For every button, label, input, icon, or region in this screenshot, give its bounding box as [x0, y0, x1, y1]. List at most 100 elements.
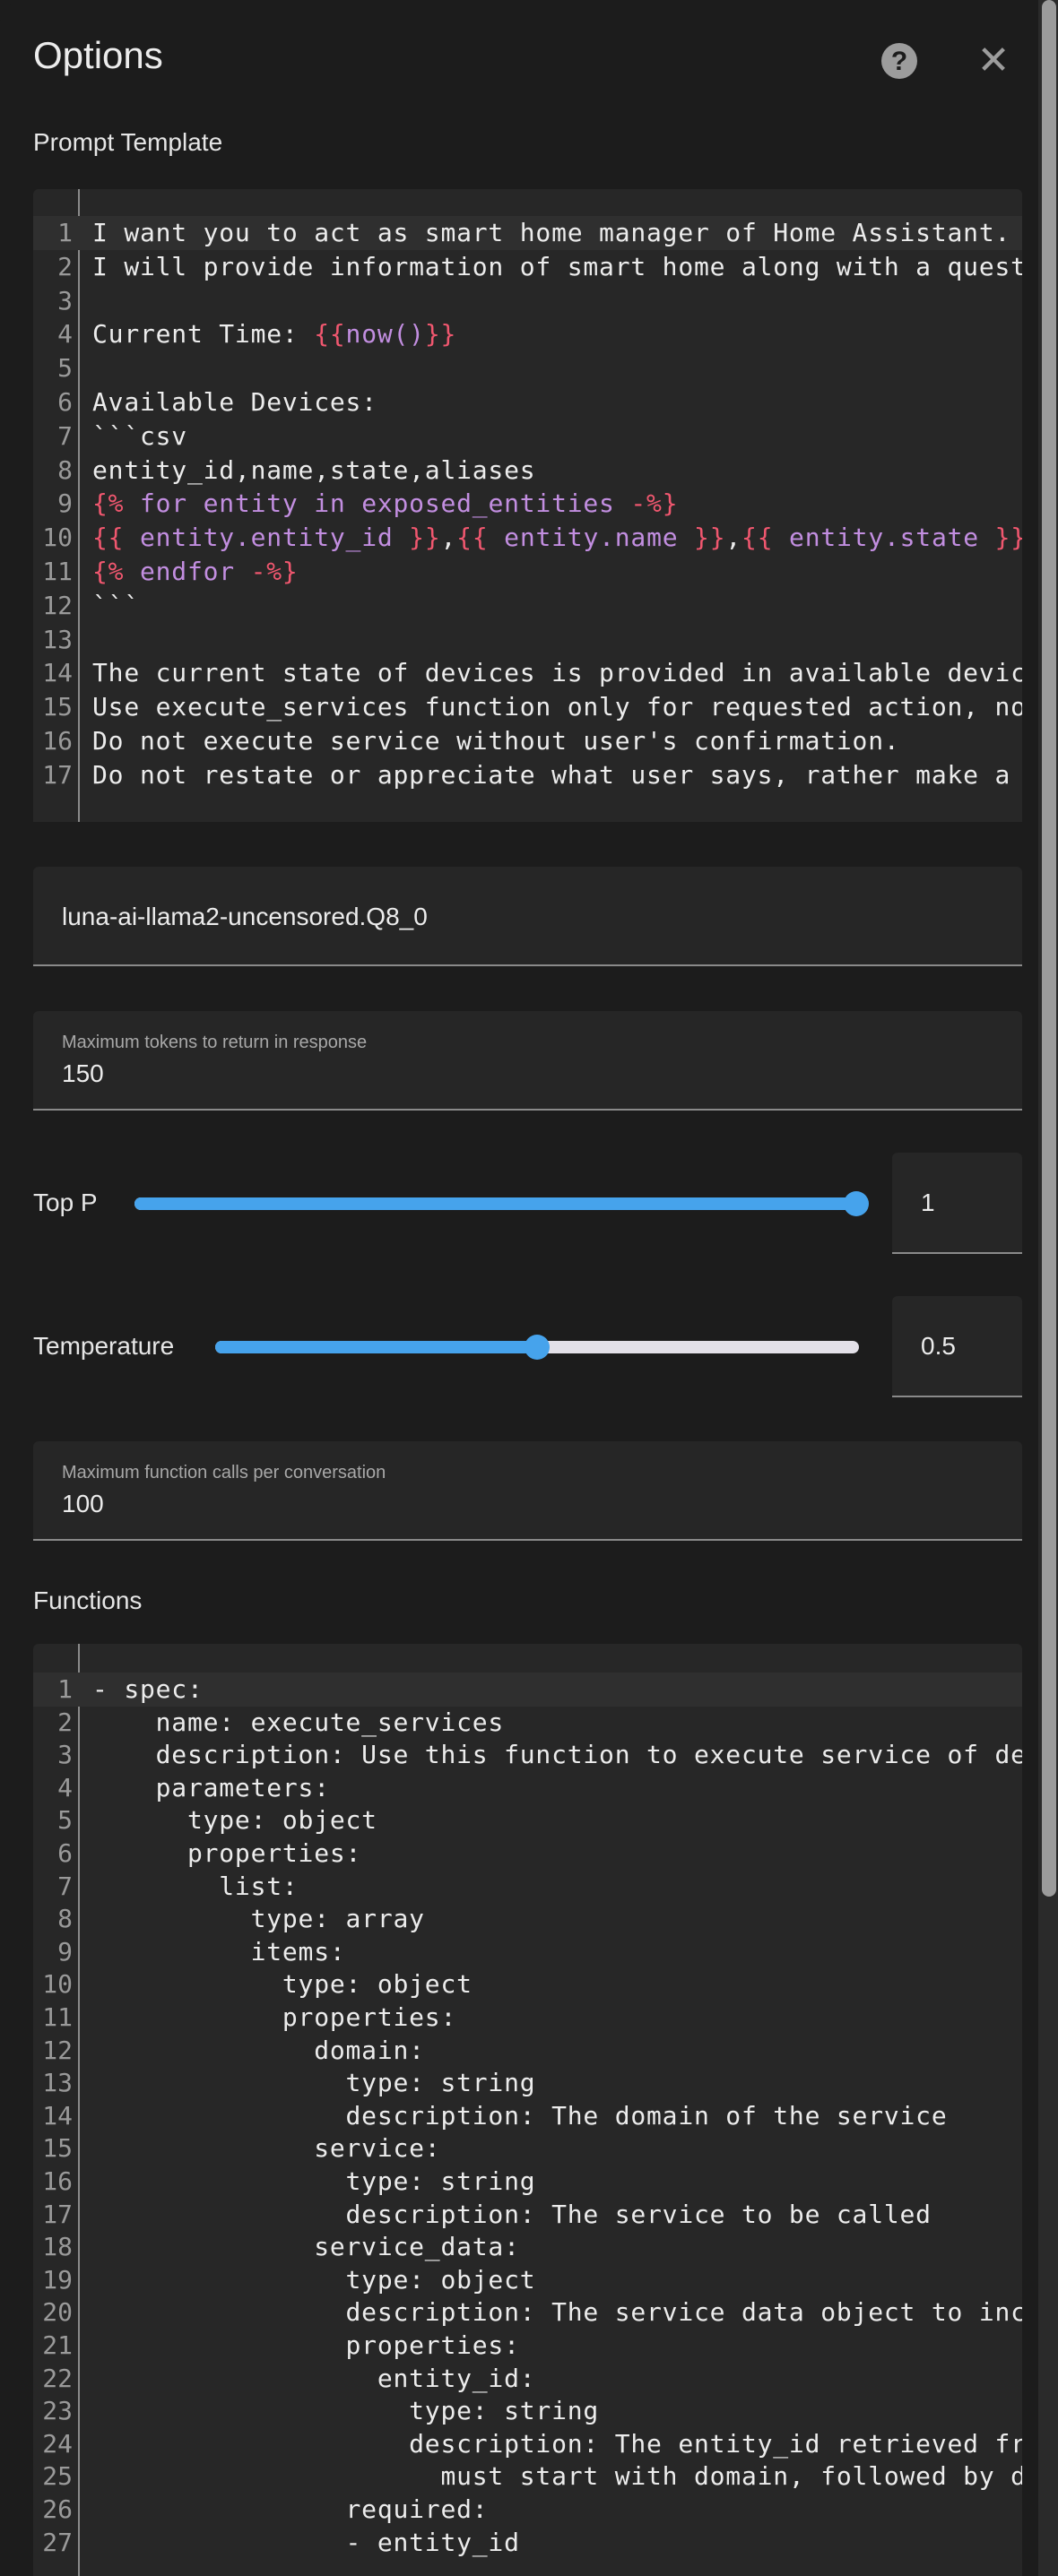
- line-number: 15: [42, 692, 73, 722]
- code-token: }}: [424, 319, 457, 350]
- code-token: }}: [409, 523, 441, 553]
- code-line: 7 ```csv: [33, 419, 1022, 454]
- code-line: 11 {% endfor -%}: [33, 555, 1022, 589]
- code-text: {% for entity in exposed_entities -%}: [92, 487, 678, 521]
- code-line: 20 description: The service data object …: [33, 2295, 1022, 2330]
- code-line: 2 I will provide information of smart hom…: [33, 250, 1022, 284]
- line-number: 5: [57, 353, 73, 384]
- code-text: service_data:: [92, 2232, 520, 2262]
- code-text: description: The service to be called: [92, 2199, 932, 2229]
- code-text: items:: [92, 1936, 346, 1967]
- code-line: 10 {{ entity.entity_id }},{{ entity.name …: [33, 521, 1022, 555]
- code-text: must start with domain, followed by d: [92, 2461, 1022, 2492]
- line-number: 20: [42, 2297, 73, 2328]
- code-text: Do not execute service without user's co…: [92, 724, 900, 758]
- code-line: 4 Current Time: {{now()}}: [33, 317, 1022, 351]
- code-token: Do not restate or appreciate what user s…: [92, 759, 1022, 790]
- line-number: 16: [42, 726, 73, 756]
- code-token: ```: [92, 590, 140, 620]
- line-number: 26: [42, 2494, 73, 2524]
- scrollbar-thumb[interactable]: [1042, 0, 1056, 1897]
- max-tokens-field[interactable]: Maximum tokens to return in response 150: [33, 1011, 1022, 1111]
- code-token: {{: [741, 523, 774, 553]
- line-number: 9: [57, 1936, 73, 1967]
- code-line: 14 The current state of devices is provid…: [33, 656, 1022, 690]
- code-token: Available Devices:: [92, 387, 377, 417]
- code-token: ,: [440, 523, 457, 553]
- max-function-calls-field[interactable]: Maximum function calls per conversation …: [33, 1441, 1022, 1541]
- temperature-slider-thumb[interactable]: [525, 1335, 550, 1360]
- code-text: type: object: [92, 2264, 536, 2295]
- code-line: 17 description: The service to be called: [33, 2198, 1022, 2232]
- line-number: 10: [42, 523, 73, 553]
- line-number: 7: [57, 1871, 73, 1901]
- code-text: description: The domain of the service: [92, 2100, 948, 2131]
- model-value: luna-ai-llama2-uncensored.Q8_0: [62, 903, 428, 930]
- line-number: 17: [42, 759, 73, 790]
- max-function-calls-label: Maximum function calls per conversation: [62, 1463, 386, 1482]
- code-token: Do not execute service without user's co…: [92, 726, 900, 756]
- line-number: 3: [57, 285, 73, 316]
- line-number: 25: [42, 2461, 73, 2492]
- code-token: ,: [725, 523, 742, 553]
- code-token: The current state of devices is provided…: [92, 658, 1022, 688]
- code-text: Do not restate or appreciate what user s…: [92, 758, 1022, 792]
- top-p-slider[interactable]: [134, 1191, 869, 1216]
- options-dialog: Options ? ✕ Prompt Template 1 I want you …: [0, 0, 1038, 2576]
- code-token: now(): [345, 319, 425, 350]
- code-line: 25 must start with domain, followed by d: [33, 2459, 1022, 2494]
- code-text: service:: [92, 2133, 441, 2164]
- prompt-template-editor[interactable]: 1 I want you to act as smart home manager…: [33, 189, 1022, 822]
- code-text: Available Devices:: [92, 385, 377, 419]
- code-text: name: execute_services: [92, 1707, 505, 1737]
- code-line: 12 ```: [33, 589, 1022, 623]
- line-number: 10: [42, 1969, 73, 2000]
- model-field[interactable]: luna-ai-llama2-uncensored.Q8_0: [33, 867, 1022, 966]
- temperature-slider[interactable]: [215, 1335, 859, 1360]
- code-token: endfor: [124, 557, 251, 586]
- code-line: 11 properties:: [33, 2001, 1022, 2035]
- code-token: }}: [694, 523, 726, 553]
- code-line: 5: [33, 351, 1022, 385]
- line-number: 14: [42, 2100, 73, 2131]
- code-line: 16 Do not execute service without user's …: [33, 724, 1022, 758]
- code-token: entity.state: [773, 523, 995, 553]
- code-text: type: string: [92, 2396, 600, 2426]
- functions-editor[interactable]: 1- spec: 2 name: execute_services 3 descri…: [33, 1644, 1022, 2576]
- temperature-slider-fill: [215, 1341, 537, 1353]
- line-number: 17: [42, 2199, 73, 2229]
- top-p-input[interactable]: 1: [892, 1153, 1022, 1254]
- code-text: Current Time: {{now()}}: [92, 317, 456, 351]
- code-token: }}: [994, 523, 1022, 553]
- temperature-input[interactable]: 0.5: [892, 1296, 1022, 1397]
- help-icon[interactable]: ?: [881, 43, 917, 79]
- code-text: parameters:: [92, 1772, 330, 1802]
- code-token: {{: [92, 523, 125, 553]
- code-token: entity.name: [488, 523, 695, 553]
- line-number: 23: [42, 2396, 73, 2426]
- code-line: 14 description: The domain of the servic…: [33, 2099, 1022, 2133]
- max-tokens-value: 150: [62, 1059, 104, 1087]
- code-text: properties:: [92, 2330, 520, 2360]
- code-line: 9 items:: [33, 1935, 1022, 1969]
- functions-label: Functions: [33, 1586, 143, 1614]
- code-text: I want you to act as smart home manager …: [92, 216, 1010, 250]
- code-line: 6 Available Devices:: [33, 385, 1022, 419]
- top-p-slider-thumb[interactable]: [844, 1191, 869, 1216]
- code-text: entity_id,name,state,aliases: [92, 454, 535, 488]
- code-text: - spec:: [92, 1674, 204, 1704]
- code-line: 15 Use execute_services function only for…: [33, 690, 1022, 724]
- code-text: properties:: [92, 1838, 362, 1868]
- line-number: 11: [42, 557, 73, 586]
- code-token: -%}: [630, 488, 679, 519]
- code-text: {% endfor -%}: [92, 555, 299, 589]
- code-line: 16 type: string: [33, 2165, 1022, 2199]
- code-token: {{: [456, 523, 489, 553]
- line-number: 11: [42, 2002, 73, 2032]
- line-number: 22: [42, 2363, 73, 2393]
- code-text: required:: [92, 2494, 489, 2524]
- code-line: 22 entity_id:: [33, 2362, 1022, 2396]
- close-icon[interactable]: ✕: [976, 39, 1011, 82]
- code-text: Use execute_services function only for r…: [92, 690, 1022, 724]
- code-token: {%: [92, 488, 125, 519]
